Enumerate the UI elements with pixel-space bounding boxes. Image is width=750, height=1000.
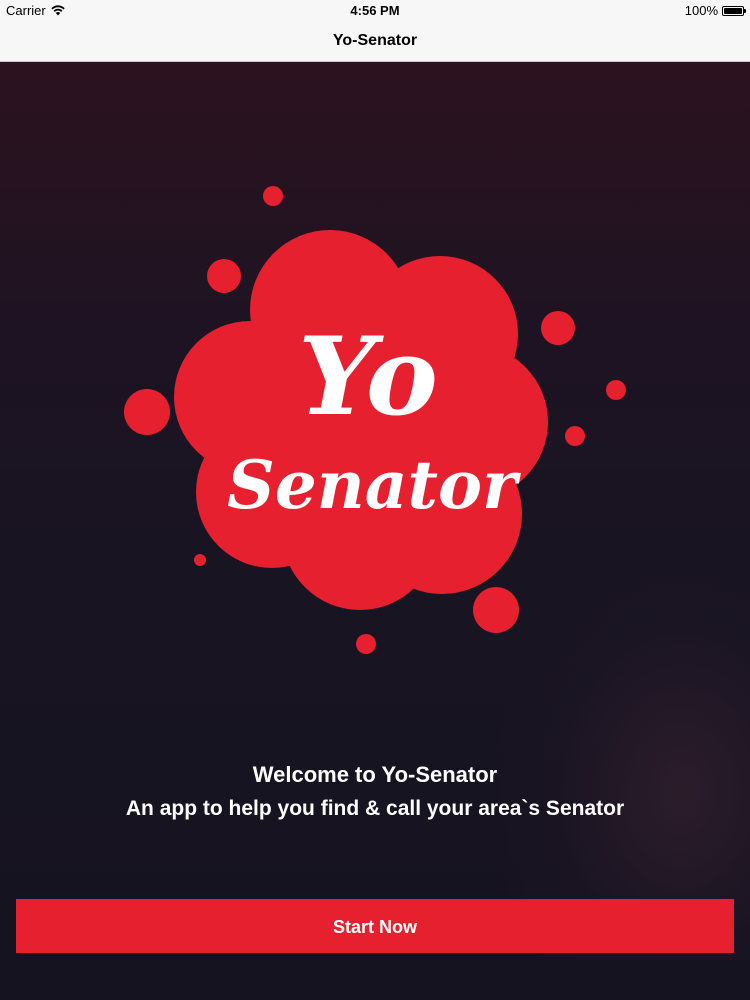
app-screen: Carrier 4:56 PM 100% Yo-Senator Yo Senat… <box>0 0 750 1000</box>
logo-text-senator: Senator <box>227 446 521 524</box>
navigation-bar: Yo-Senator <box>0 22 750 62</box>
yo-senator-logo: Yo Senator <box>124 186 626 654</box>
welcome-subtitle: An app to help you find & call your area… <box>125 797 625 820</box>
status-bar: Carrier 4:56 PM 100% <box>0 0 750 22</box>
logo-text-yo: Yo <box>298 314 438 440</box>
nav-title: Yo-Senator <box>332 32 418 49</box>
battery-percent: 100% <box>684 3 718 18</box>
start-now-button[interactable]: Start Now <box>16 899 734 953</box>
welcome-title: Welcome to Yo-Senator <box>252 762 498 787</box>
battery-indicator: 100% <box>684 3 746 18</box>
welcome-screen: Yo Senator Welcome to Yo-Senator An app … <box>0 62 750 1000</box>
battery-icon <box>722 5 746 16</box>
status-time: 4:56 PM <box>350 3 400 18</box>
